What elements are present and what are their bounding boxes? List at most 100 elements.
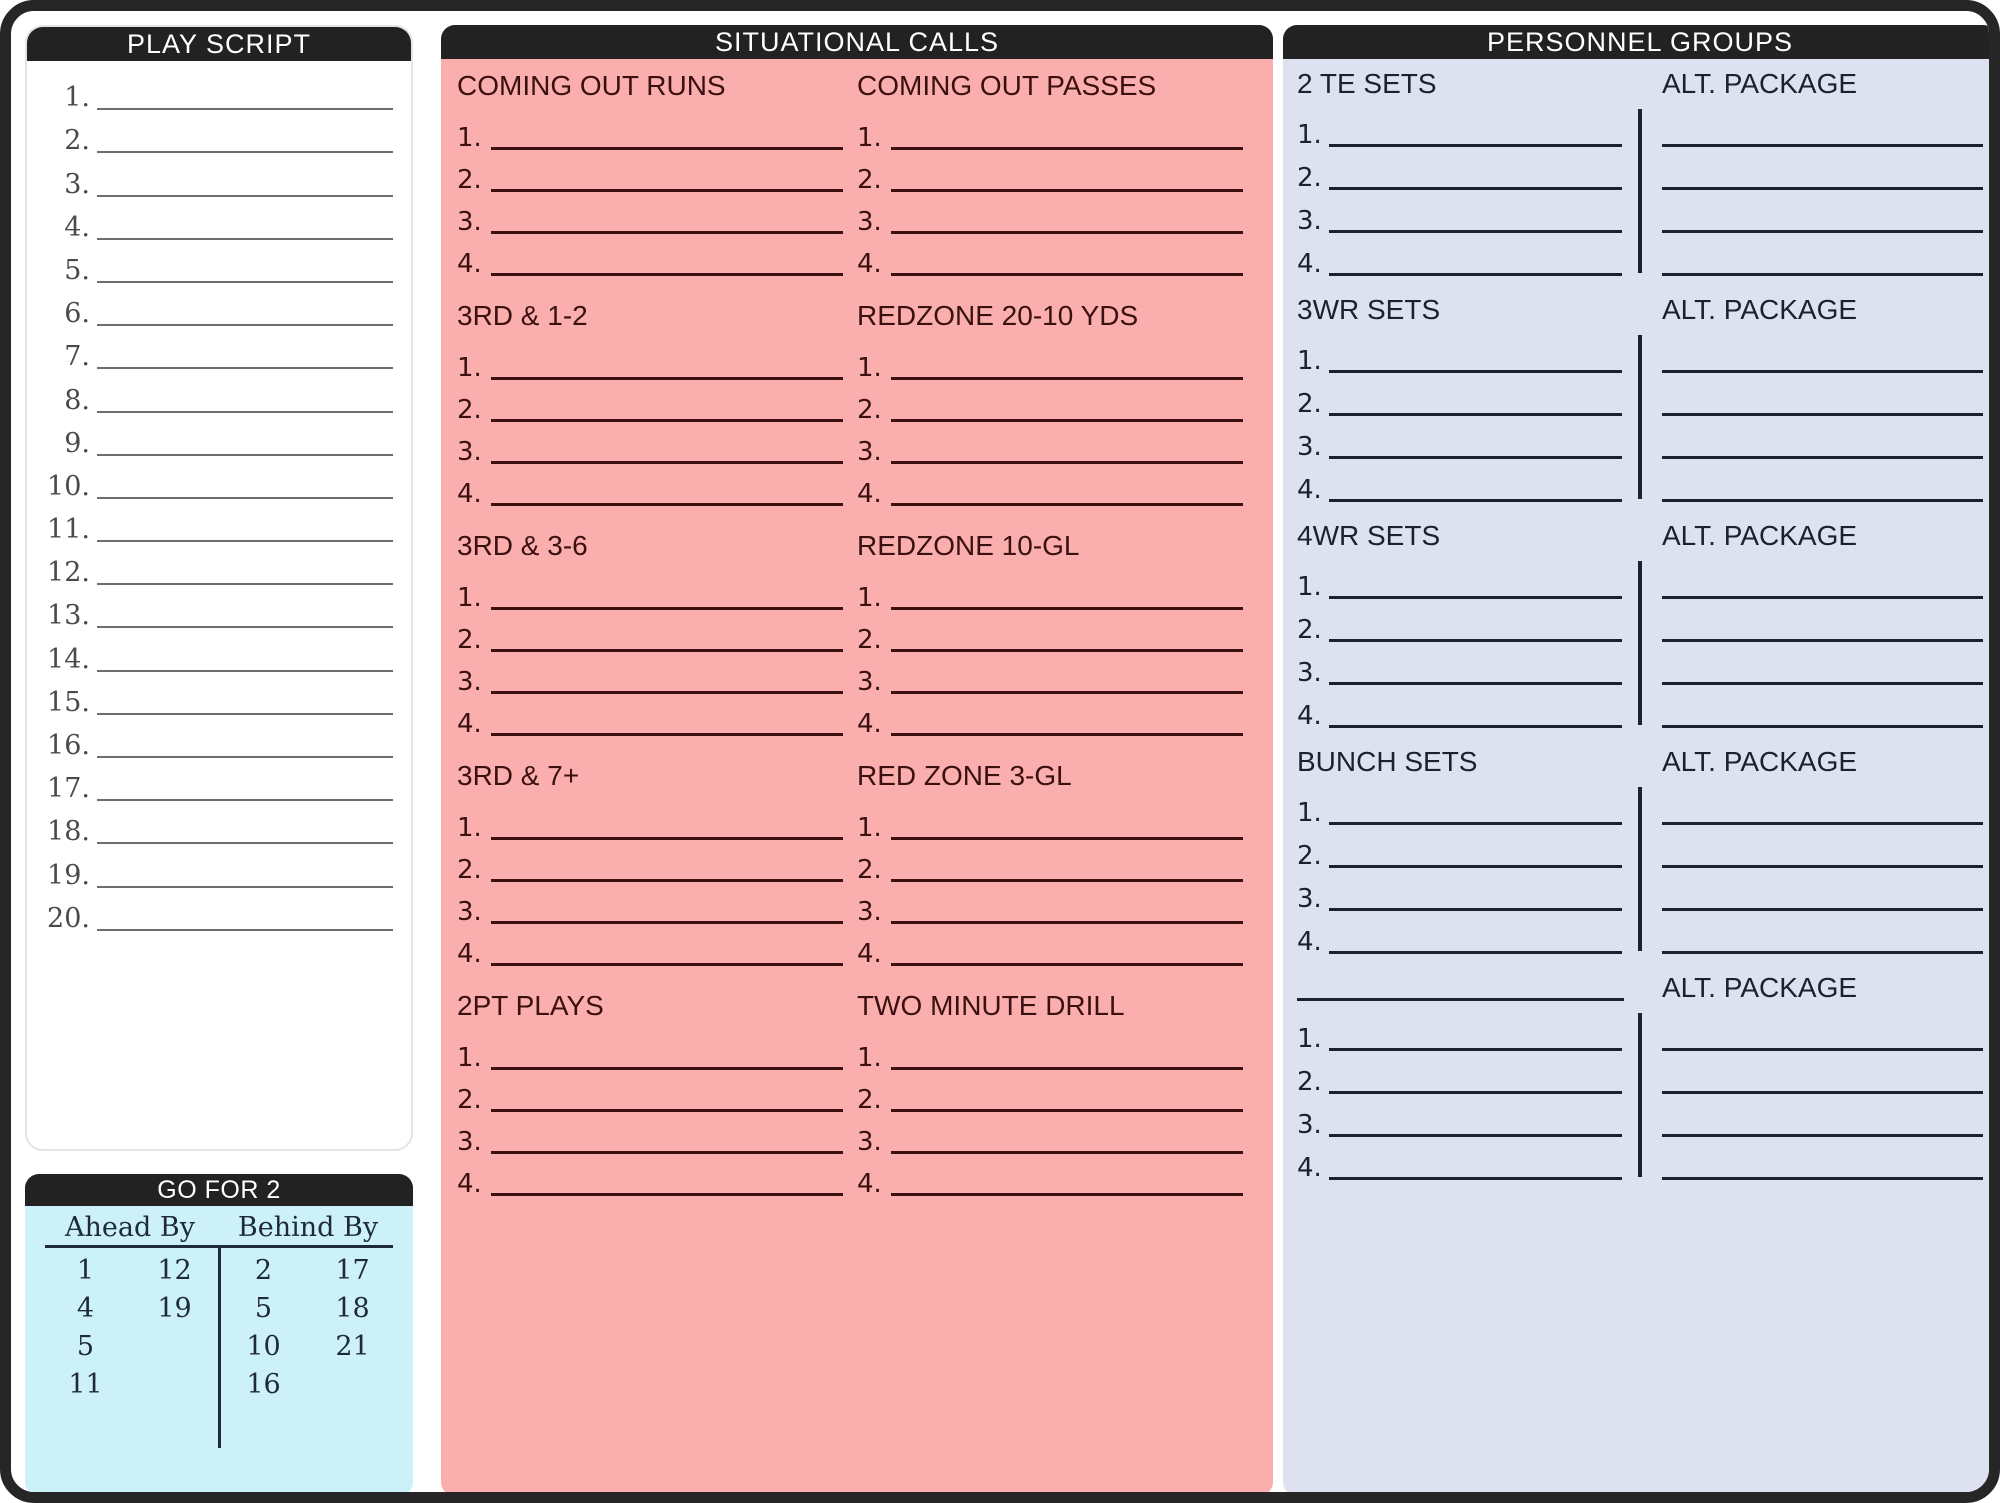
play-script-row[interactable]: 8. bbox=[43, 373, 393, 416]
personnel-group-row-left[interactable]: 3. bbox=[1297, 208, 1640, 236]
situational-row[interactable]: 2. bbox=[857, 843, 1243, 885]
situational-row[interactable]: 4. bbox=[457, 927, 843, 969]
play-script-write-in-line[interactable] bbox=[97, 540, 393, 543]
situational-write-in-line[interactable] bbox=[891, 273, 1243, 276]
situational-row[interactable]: 2. bbox=[857, 383, 1243, 425]
alt-package-write-in-line[interactable] bbox=[1662, 273, 1983, 276]
personnel-group-row-left[interactable]: 3. bbox=[1297, 434, 1640, 462]
situational-write-in-line[interactable] bbox=[491, 1067, 843, 1070]
play-script-write-in-line[interactable] bbox=[97, 928, 393, 931]
play-script-write-in-line[interactable] bbox=[97, 324, 393, 327]
situational-write-in-line[interactable] bbox=[891, 607, 1243, 610]
personnel-group-row-right[interactable] bbox=[1640, 1177, 1983, 1183]
personnel-group-write-in-line[interactable] bbox=[1329, 725, 1622, 728]
personnel-group-row-left[interactable]: 2. bbox=[1297, 617, 1640, 645]
situational-write-in-line[interactable] bbox=[891, 231, 1243, 234]
situational-write-in-line[interactable] bbox=[491, 377, 843, 380]
alt-package-write-in-line[interactable] bbox=[1662, 1091, 1983, 1094]
play-script-write-in-line[interactable] bbox=[97, 583, 393, 586]
alt-package-write-in-line[interactable] bbox=[1662, 187, 1983, 190]
alt-package-write-in-line[interactable] bbox=[1662, 865, 1983, 868]
personnel-group-row-right[interactable] bbox=[1640, 1091, 1983, 1097]
alt-package-write-in-line[interactable] bbox=[1662, 230, 1983, 233]
situational-write-in-line[interactable] bbox=[491, 189, 843, 192]
situational-write-in-line[interactable] bbox=[491, 503, 843, 506]
situational-write-in-line[interactable] bbox=[891, 879, 1243, 882]
personnel-group-row-right[interactable] bbox=[1640, 596, 1983, 602]
situational-row[interactable]: 3. bbox=[857, 885, 1243, 927]
alt-package-write-in-line[interactable] bbox=[1662, 456, 1983, 459]
alt-package-write-in-line[interactable] bbox=[1662, 370, 1983, 373]
personnel-group-row-left[interactable]: 4. bbox=[1297, 477, 1640, 505]
personnel-group-row-right[interactable] bbox=[1640, 682, 1983, 688]
play-script-write-in-line[interactable] bbox=[97, 756, 393, 758]
situational-write-in-line[interactable] bbox=[891, 461, 1243, 464]
situational-row[interactable]: 4. bbox=[457, 697, 843, 739]
situational-write-in-line[interactable] bbox=[491, 963, 843, 966]
personnel-group-row-right[interactable] bbox=[1640, 413, 1983, 419]
play-script-write-in-line[interactable] bbox=[97, 496, 393, 499]
play-script-row[interactable]: 11. bbox=[43, 503, 393, 546]
personnel-group-row-right[interactable] bbox=[1640, 273, 1983, 279]
situational-row[interactable]: 1. bbox=[457, 341, 843, 383]
situational-row[interactable]: 3. bbox=[457, 885, 843, 927]
situational-write-in-line[interactable] bbox=[491, 231, 843, 234]
play-script-row[interactable]: 4. bbox=[43, 201, 393, 244]
alt-package-write-in-line[interactable] bbox=[1662, 1134, 1983, 1137]
situational-row[interactable]: 3. bbox=[857, 195, 1243, 237]
situational-row[interactable]: 1. bbox=[857, 1031, 1243, 1073]
situational-row[interactable]: 1. bbox=[457, 571, 843, 613]
play-script-write-in-line[interactable] bbox=[97, 799, 393, 802]
situational-row[interactable]: 3. bbox=[857, 425, 1243, 467]
situational-write-in-line[interactable] bbox=[891, 419, 1243, 422]
personnel-group-row-right[interactable] bbox=[1640, 725, 1983, 731]
situational-row[interactable]: 4. bbox=[857, 1157, 1243, 1199]
personnel-group-write-in-line[interactable] bbox=[1329, 499, 1622, 502]
situational-write-in-line[interactable] bbox=[891, 733, 1243, 736]
situational-row[interactable]: 4. bbox=[857, 927, 1243, 969]
situational-row[interactable]: 1. bbox=[857, 571, 1243, 613]
personnel-group-row-right[interactable] bbox=[1640, 144, 1983, 150]
situational-row[interactable]: 4. bbox=[457, 467, 843, 509]
personnel-group-write-in-line[interactable] bbox=[1329, 908, 1622, 911]
situational-write-in-line[interactable] bbox=[491, 147, 843, 150]
alt-package-write-in-line[interactable] bbox=[1662, 144, 1983, 147]
situational-write-in-line[interactable] bbox=[891, 921, 1243, 924]
alt-package-write-in-line[interactable] bbox=[1662, 639, 1983, 642]
situational-write-in-line[interactable] bbox=[891, 1193, 1243, 1196]
situational-write-in-line[interactable] bbox=[491, 461, 843, 464]
personnel-group-row-left[interactable]: 2. bbox=[1297, 1069, 1640, 1097]
personnel-group-row-left[interactable]: 1. bbox=[1297, 574, 1640, 602]
personnel-group-row-left[interactable]: 3. bbox=[1297, 660, 1640, 688]
situational-row[interactable]: 1. bbox=[857, 801, 1243, 843]
situational-write-in-line[interactable] bbox=[491, 1151, 843, 1154]
play-script-write-in-line[interactable] bbox=[97, 237, 393, 240]
play-script-row[interactable]: 14. bbox=[43, 632, 393, 675]
situational-row[interactable]: 2. bbox=[857, 1073, 1243, 1115]
play-script-write-in-line[interactable] bbox=[97, 151, 393, 154]
situational-write-in-line[interactable] bbox=[891, 189, 1243, 192]
personnel-group-write-in-line[interactable] bbox=[1329, 596, 1622, 599]
situational-row[interactable]: 1. bbox=[857, 341, 1243, 383]
situational-row[interactable]: 3. bbox=[457, 195, 843, 237]
personnel-group-row-left[interactable]: 3. bbox=[1297, 1112, 1640, 1140]
play-script-write-in-line[interactable] bbox=[97, 194, 393, 197]
situational-row[interactable]: 2. bbox=[457, 613, 843, 655]
situational-row[interactable]: 4. bbox=[457, 237, 843, 279]
personnel-group-label-write-in-line[interactable] bbox=[1297, 998, 1624, 1001]
personnel-group-write-in-line[interactable] bbox=[1329, 951, 1622, 954]
personnel-group-row-right[interactable] bbox=[1640, 951, 1983, 957]
play-script-write-in-line[interactable] bbox=[97, 280, 393, 283]
play-script-write-in-line[interactable] bbox=[97, 108, 393, 111]
situational-write-in-line[interactable] bbox=[491, 921, 843, 924]
personnel-group-write-in-line[interactable] bbox=[1329, 273, 1622, 276]
play-script-write-in-line[interactable] bbox=[97, 669, 393, 672]
personnel-group-row-left[interactable]: 4. bbox=[1297, 251, 1640, 279]
personnel-group-row-left[interactable]: 1. bbox=[1297, 348, 1640, 376]
play-script-row[interactable]: 18. bbox=[43, 805, 393, 848]
personnel-group-custom-label-line[interactable] bbox=[1297, 965, 1640, 1011]
personnel-group-row-right[interactable] bbox=[1640, 908, 1983, 914]
alt-package-write-in-line[interactable] bbox=[1662, 1048, 1983, 1051]
situational-row[interactable]: 1. bbox=[457, 1031, 843, 1073]
play-script-row[interactable]: 17. bbox=[43, 762, 393, 805]
